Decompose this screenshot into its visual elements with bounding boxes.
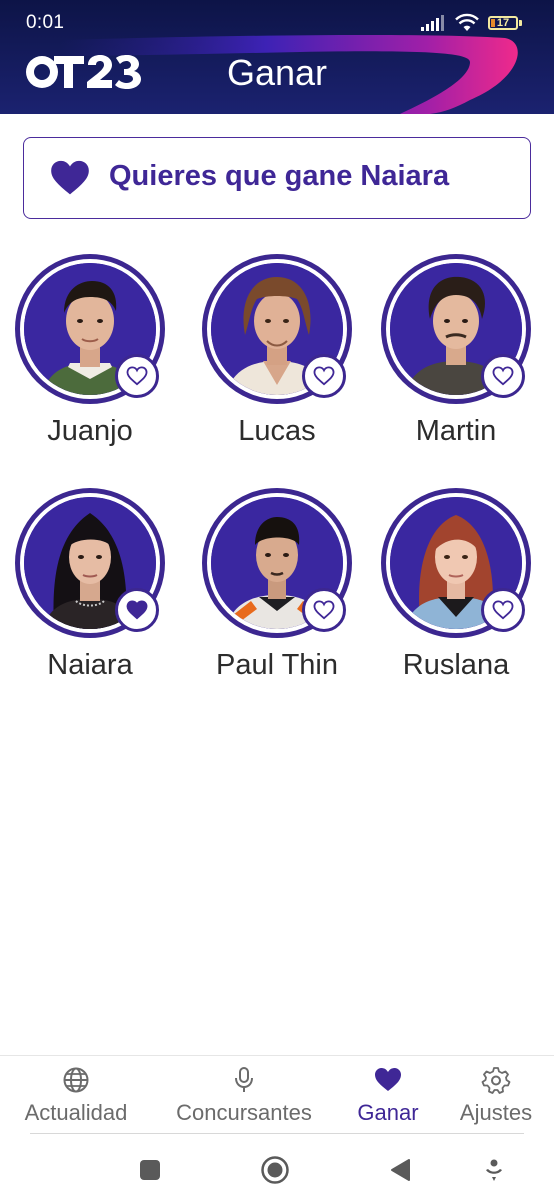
nav-label: Actualidad <box>24 1100 128 1125</box>
status-bar: 0:01 17 <box>0 0 554 44</box>
status-icons: 17 <box>420 13 522 33</box>
vote-heart-button[interactable] <box>302 588 346 632</box>
nav-item-ajustes[interactable]: Ajustes <box>448 1056 544 1136</box>
vote-heart-button[interactable] <box>115 354 159 398</box>
nav-label: Ajustes <box>459 1100 533 1125</box>
assistant-icon[interactable] <box>478 1154 510 1186</box>
contestant-card-ruslana[interactable]: Ruslana <box>366 484 546 694</box>
back-triangle-icon[interactable] <box>384 1154 416 1186</box>
vote-status-text: Quieres que gane Naiara <box>109 160 450 192</box>
contestant-card-paul-thin[interactable]: Paul Thin <box>187 484 367 694</box>
battery-icon: 17 <box>488 16 518 30</box>
recents-square-icon[interactable] <box>134 1154 166 1186</box>
heart-outline-icon <box>313 600 335 620</box>
nav-divider <box>30 1133 524 1134</box>
heart-filled-icon <box>51 160 89 195</box>
contestant-card-juanjo[interactable]: Juanjo <box>0 250 180 460</box>
contestant-name: Naiara <box>47 649 133 681</box>
nav-item-concursantes[interactable]: Concursantes <box>160 1056 328 1136</box>
battery-tip <box>519 20 522 26</box>
vote-heart-button[interactable] <box>481 588 525 632</box>
app-header: 0:01 17 Ganar <box>0 0 554 114</box>
wifi-icon <box>455 13 479 31</box>
globe-icon <box>61 1066 91 1094</box>
contestant-card-naiara[interactable]: Naiara <box>0 484 180 694</box>
home-circle-icon[interactable] <box>259 1154 291 1186</box>
microphone-icon <box>229 1066 259 1094</box>
nav-label: Ganar <box>357 1100 419 1125</box>
status-time: 0:01 <box>26 12 65 33</box>
battery-fill <box>491 19 495 27</box>
heart-outline-icon <box>492 600 514 620</box>
heart-filled-icon <box>126 600 148 620</box>
heart-outline-icon <box>126 366 148 386</box>
screen: 0:01 17 Ganar Quieres que gane Naiara Ju… <box>0 0 554 1200</box>
contestant-card-lucas[interactable]: Lucas <box>187 250 367 460</box>
contestant-name: Lucas <box>238 415 316 447</box>
bottom-navigation: Actualidad Concursantes Ganar Ajustes <box>0 1055 554 1136</box>
page-title: Ganar <box>226 52 328 93</box>
contestant-name: Paul Thin <box>216 649 338 681</box>
system-navigation-bar <box>0 1140 554 1200</box>
gear-icon <box>481 1066 511 1094</box>
vote-heart-button[interactable] <box>481 354 525 398</box>
heart-icon <box>373 1066 403 1094</box>
signal-icon <box>421 15 444 31</box>
nav-item-ganar[interactable]: Ganar <box>346 1056 430 1136</box>
nav-label: Concursantes <box>176 1100 312 1125</box>
contestant-name: Martin <box>415 415 497 447</box>
contestant-name: Ruslana <box>402 649 510 681</box>
nav-item-actualidad[interactable]: Actualidad <box>10 1056 142 1136</box>
battery-level: 17 <box>496 17 510 29</box>
contestant-card-martin[interactable]: Martin <box>366 250 546 460</box>
vote-status-banner: Quieres que gane Naiara <box>23 137 531 219</box>
vote-heart-button[interactable] <box>115 588 159 632</box>
heart-outline-icon <box>313 366 335 386</box>
vote-heart-button[interactable] <box>302 354 346 398</box>
contestant-name: Juanjo <box>47 415 133 447</box>
heart-outline-icon <box>492 366 514 386</box>
